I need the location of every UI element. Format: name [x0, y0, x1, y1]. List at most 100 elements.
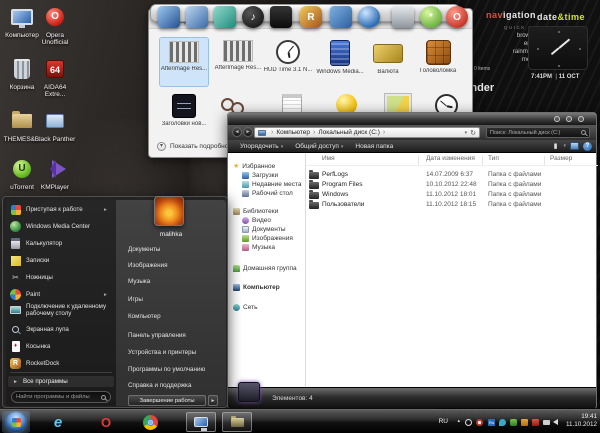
menu-item-rocketdock[interactable]: RRocketDock	[10, 358, 112, 369]
nav-pictures[interactable]: Изображения	[242, 235, 293, 242]
menu-item-pictures[interactable]: Изображения	[128, 262, 168, 269]
menu-item-media-center[interactable]: Windows Media Center	[10, 221, 112, 232]
shutdown-options-arrow[interactable]: ►	[208, 395, 218, 406]
nav-documents[interactable]: Документы	[242, 226, 286, 233]
speaker-icon[interactable]	[553, 419, 558, 425]
new-folder-button[interactable]: Новая папка	[355, 143, 393, 150]
share-button[interactable]: Общий доступ▾	[295, 143, 343, 150]
desktop-icon-black-panther[interactable]: Black Panther	[33, 108, 77, 143]
dock-maps-icon[interactable]	[330, 6, 352, 28]
desktop-icon-opera[interactable]: OOpera Unofficial	[33, 4, 77, 46]
avatar[interactable]	[154, 196, 184, 226]
gadget-tile-puzzle[interactable]: Головоломка	[413, 37, 463, 87]
forward-button[interactable]: ►	[243, 127, 253, 137]
tray-icon-3[interactable]	[521, 419, 528, 426]
menu-item-help-support[interactable]: Справка и поддержка	[128, 382, 191, 389]
taskbar-clock[interactable]: 19:4111.10.2012	[561, 413, 597, 429]
column-type[interactable]: Тип	[488, 155, 499, 162]
menu-item-solitaire[interactable]: ♦Косынка	[10, 341, 112, 352]
menu-item-control-panel[interactable]: Панель управления	[128, 332, 186, 339]
back-button[interactable]: ◄	[232, 127, 242, 137]
tray-icon-1[interactable]	[465, 419, 472, 426]
explorer-titlebar[interactable]	[228, 113, 596, 125]
nav-desktop[interactable]: Рабочий стол	[242, 190, 293, 197]
tray-icon-drop[interactable]	[499, 419, 506, 426]
tray-icon-2[interactable]	[476, 419, 483, 426]
menu-item-getting-started[interactable]: Приступая к работе►	[10, 204, 112, 215]
shutdown-button[interactable]: Завершение работы	[128, 395, 206, 406]
column-date[interactable]: Дата изменения	[426, 155, 475, 162]
menu-item-music[interactable]: Музыка	[128, 278, 150, 285]
start-button[interactable]	[6, 412, 26, 432]
dock-rocketdock-icon[interactable]: R	[300, 6, 322, 28]
tray-icon-shield[interactable]	[510, 419, 517, 426]
file-row[interactable]: Windows11.10.2012 18:01Папка с файлами	[306, 191, 598, 201]
nav-network[interactable]: Сеть	[233, 304, 257, 311]
gadget-tile-windows-media[interactable]: Windows Media...	[315, 37, 365, 87]
views-bar-icon[interactable]: ▮	[554, 142, 558, 150]
menu-item-paint[interactable]: Paint►	[10, 289, 112, 300]
file-row[interactable]: Пользователи11.10.2012 18:15Папка с файл…	[306, 201, 598, 211]
desktop-icon-aida64[interactable]: 64AIDA64 Extre...	[33, 56, 77, 98]
help-icon[interactable]: ?	[583, 142, 592, 151]
nav-homegroup[interactable]: Домашняя группа	[233, 265, 297, 272]
chrome-icon[interactable]	[140, 412, 160, 432]
search-box[interactable]: Поиск: Локальный диск (C:)	[486, 127, 590, 138]
views-button[interactable]	[570, 142, 579, 150]
nav-computer[interactable]: Компьютер	[233, 284, 280, 291]
nav-downloads[interactable]: Загрузки	[242, 172, 278, 179]
language-indicator[interactable]: RU	[439, 418, 448, 425]
taskbar-app-computer[interactable]	[186, 412, 216, 432]
menu-item-calculator[interactable]: Калькулятор	[10, 238, 112, 249]
dock-network-globe-icon[interactable]	[358, 6, 380, 28]
menu-item-computer[interactable]: Компьютер	[128, 313, 161, 320]
menu-item-sticky-notes[interactable]: Записки	[10, 255, 112, 266]
menu-item-snipping-tool[interactable]: ✂Ножницы	[10, 272, 112, 283]
nav-recent-places[interactable]: Недавние места	[242, 181, 302, 188]
all-programs-button[interactable]: ►Все программы	[8, 376, 114, 387]
dock-music-icon[interactable]: ♪	[242, 6, 264, 28]
tray-icon-punto[interactable]: Ru	[488, 419, 495, 426]
gadget-tile-news[interactable]: Заголовки нов...	[159, 91, 209, 133]
dock-recycle-bin-icon[interactable]	[392, 6, 414, 28]
minimize-button[interactable]	[554, 116, 560, 122]
column-size[interactable]: Размер	[550, 155, 572, 162]
file-row[interactable]: Program Files10.10.2012 22:48Папка с фай…	[306, 181, 598, 191]
breadcrumb-computer[interactable]: Компьютер	[276, 129, 310, 136]
dock-documents-icon[interactable]	[186, 6, 208, 28]
refresh-icon[interactable]: ↻	[470, 129, 476, 137]
tray-expand-icon[interactable]: ▴	[457, 418, 460, 424]
desktop-icon-kmplayer[interactable]: KMPlayer	[33, 156, 77, 191]
tray-icon-display[interactable]	[543, 420, 550, 425]
breadcrumb-dropdown-icon[interactable]: ▾	[465, 130, 468, 136]
tray-icon-4[interactable]	[532, 419, 539, 426]
nav-libraries[interactable]: Библиотеки	[233, 208, 278, 215]
internet-explorer-icon[interactable]: e	[48, 412, 68, 432]
dock-computer-icon[interactable]	[158, 6, 180, 28]
close-button[interactable]	[578, 116, 584, 122]
menu-item-documents[interactable]: Документы	[128, 246, 160, 253]
menu-item-devices-printers[interactable]: Устройства и принтеры	[128, 349, 196, 356]
gadget-tile-hud-time[interactable]: HUD Time 3.1 N...	[263, 37, 313, 87]
breadcrumb[interactable]: › Компьютер › Локальный диск (C:) › ▾ ↻	[254, 127, 480, 138]
dock-media-box-icon[interactable]	[270, 6, 292, 28]
column-name[interactable]: Имя	[322, 155, 335, 162]
user-name[interactable]: malihka	[116, 231, 226, 238]
dock-folder-icon[interactable]	[214, 6, 236, 28]
organize-button[interactable]: Упорядочить▾	[240, 143, 283, 150]
maximize-button[interactable]	[566, 116, 572, 122]
menu-item-remote-desktop[interactable]: Подключение к удаленному рабочему столу	[10, 303, 112, 317]
nav-videos[interactable]: Видео	[242, 217, 271, 224]
taskbar-app-explorer[interactable]	[222, 412, 252, 432]
gadget-tile-afterimage[interactable]: Afterimage Res...	[159, 37, 209, 87]
opera-icon[interactable]: O	[96, 412, 116, 432]
start-search-box[interactable]: Найти программы и файлы	[11, 391, 111, 403]
menu-item-magnifier[interactable]: Экранная лупа	[10, 324, 112, 335]
breadcrumb-local-disk[interactable]: Локальный диск (C:)	[318, 129, 380, 136]
dock-power-red-icon[interactable]: O	[446, 6, 468, 28]
views-dropdown-icon[interactable]: ▾	[563, 143, 566, 149]
gadget-tile-afterimage2[interactable]: AfterImage Res...	[213, 37, 263, 87]
nav-favorites[interactable]: ★Избранное	[233, 162, 275, 170]
menu-item-default-programs[interactable]: Программы по умолчанию	[128, 366, 205, 373]
menu-item-games[interactable]: Игры	[128, 296, 143, 303]
